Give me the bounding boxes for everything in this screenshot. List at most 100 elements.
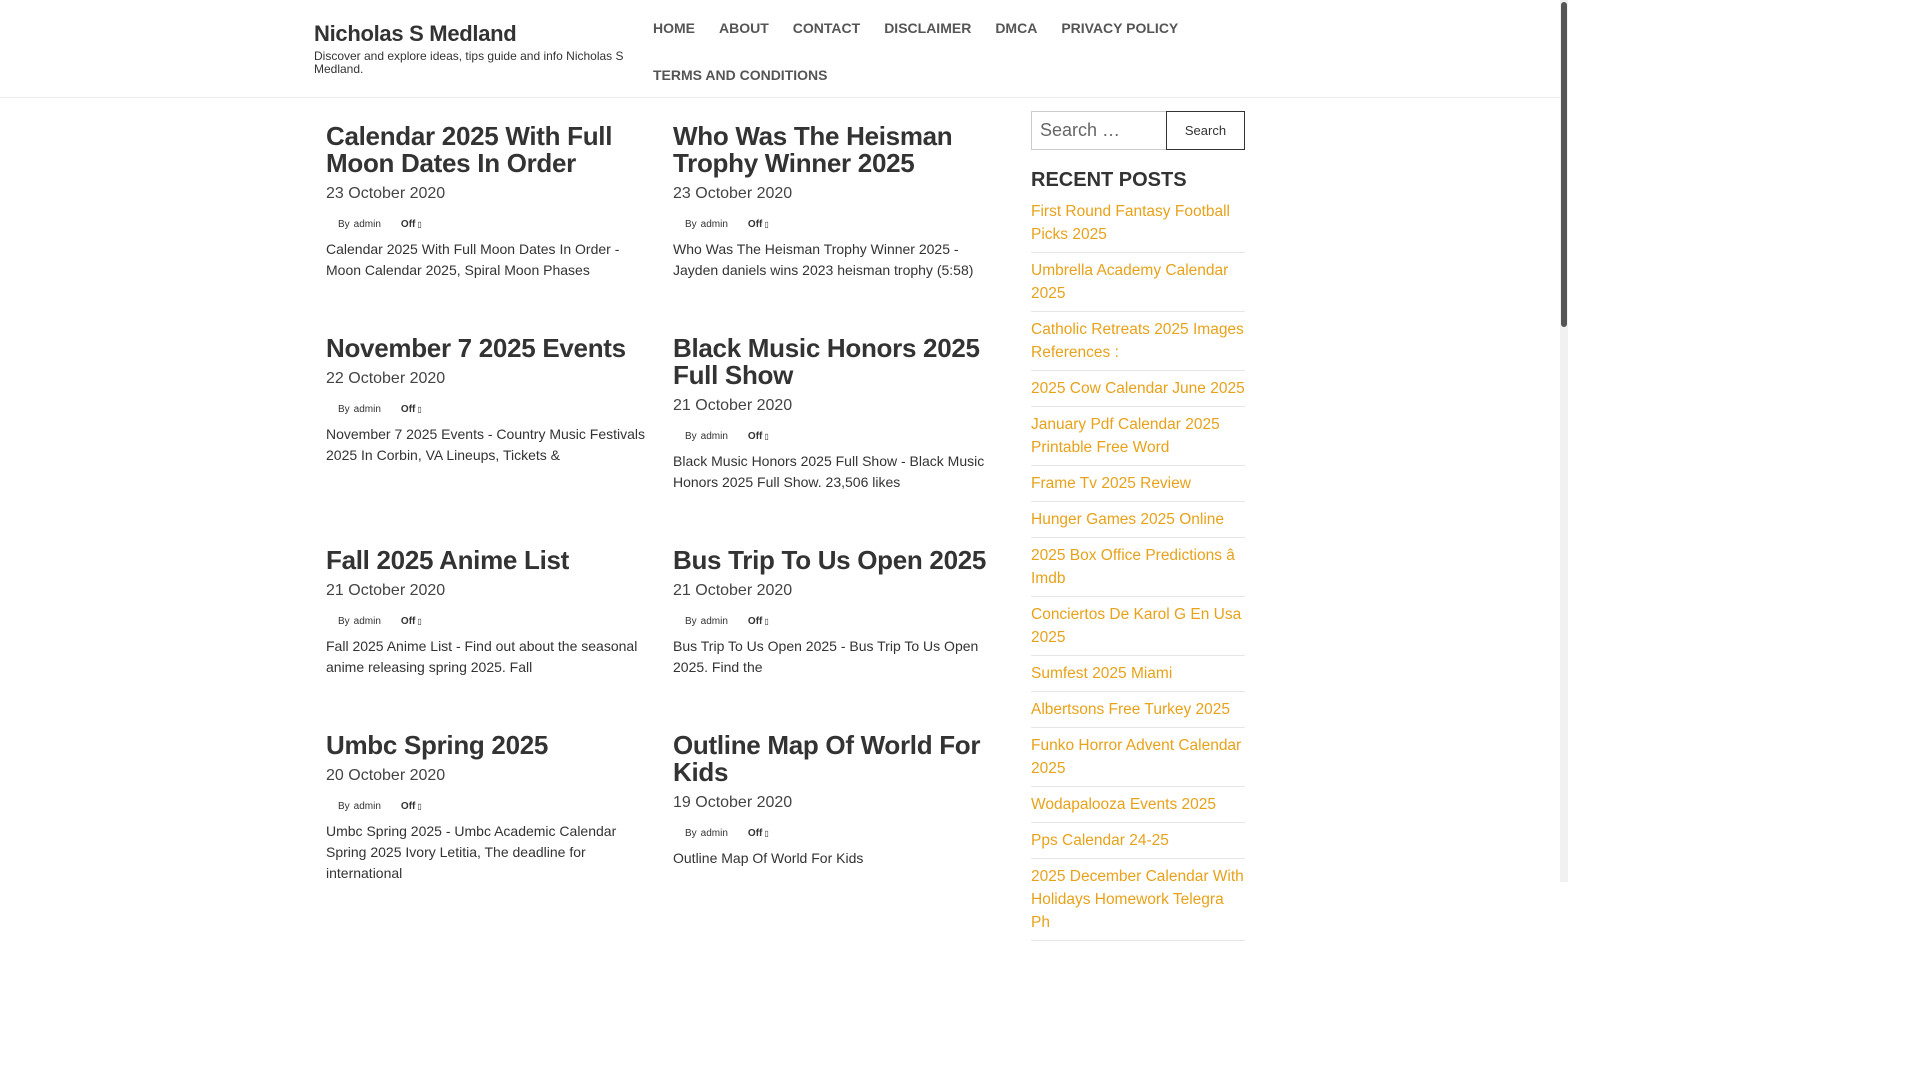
post-title[interactable]: Bus Trip To Us Open 2025 — [673, 547, 1003, 574]
post-excerpt: Bus Trip To Us Open 2025 - Bus Trip To U… — [673, 638, 979, 675]
post-excerpt: Who Was The Heisman Trophy Winner 2025 -… — [673, 241, 974, 278]
comment-icon: ▯ — [764, 220, 769, 229]
by-label: By — [685, 431, 697, 442]
post-card: Calendar 2025 With Full Moon Dates In Or… — [326, 123, 656, 281]
list-item: 2025 Cow Calendar June 2025 — [1031, 371, 1245, 407]
list-item: Sumfest 2025 Miami — [1031, 656, 1245, 692]
list-item: Funko Horror Advent Calendar 2025 — [1031, 728, 1245, 787]
by-label: By — [338, 616, 350, 627]
post-card: Bus Trip To Us Open 2025 21 October 2020… — [673, 547, 1003, 678]
post-card: November 7 2025 Events 22 October 2020 B… — [326, 335, 656, 466]
site-branding: Nicholas S Medland Discover and explore … — [314, 21, 634, 76]
post-excerpt: Fall 2025 Anime List - Find out about th… — [326, 638, 638, 675]
post-author[interactable]: admin — [354, 616, 381, 627]
post-date: 22 October 2020 — [326, 370, 446, 387]
recent-post-link[interactable]: Hunger Games 2025 Online — [1031, 511, 1224, 528]
recent-post-link[interactable]: Catholic Retreats 2025 Images References… — [1031, 321, 1244, 361]
list-item: 2025 December Calendar With Holidays Hom… — [1031, 859, 1245, 941]
list-item: First Round Fantasy Football Picks 2025 — [1031, 198, 1245, 253]
post-date: 21 October 2020 — [673, 582, 793, 599]
recent-post-link[interactable]: 2025 Cow Calendar June 2025 — [1031, 380, 1245, 397]
post-author[interactable]: admin — [701, 828, 728, 839]
comment-icon: ▯ — [764, 432, 769, 441]
post-excerpt: Black Music Honors 2025 Full Show - Blac… — [673, 453, 985, 490]
recent-post-link[interactable]: 2025 December Calendar With Holidays Hom… — [1031, 868, 1244, 931]
post-date: 23 October 2020 — [673, 185, 793, 202]
page-scrollbar[interactable] — [1560, 0, 1568, 882]
site-description: Discover and explore ideas, tips guide a… — [314, 49, 624, 76]
list-item: January Pdf Calendar 2025 Printable Free… — [1031, 407, 1245, 466]
post-title[interactable]: Black Music Honors 2025 Full Show — [673, 335, 1003, 389]
recent-post-link[interactable]: Wodapalooza Events 2025 — [1031, 796, 1216, 813]
post-title[interactable]: Outline Map Of World For Kids — [673, 732, 1003, 786]
post-date: 20 October 2020 — [326, 767, 446, 784]
recent-post-link[interactable]: Sumfest 2025 Miami — [1031, 665, 1172, 682]
nav-contact[interactable]: CONTACT — [781, 8, 872, 49]
post-excerpt: Calendar 2025 With Full Moon Dates In Or… — [326, 241, 620, 278]
recent-post-link[interactable]: Albertsons Free Turkey 2025 — [1031, 701, 1230, 718]
post-card: Who Was The Heisman Trophy Winner 2025 2… — [673, 123, 1003, 281]
post-date: 21 October 2020 — [673, 397, 793, 414]
nav-privacy-policy[interactable]: PRIVACY POLICY — [1049, 8, 1190, 49]
post-title[interactable]: Who Was The Heisman Trophy Winner 2025 — [673, 123, 1003, 177]
main-navigation: HOME ABOUT CONTACT DISCLAIMER DMCA PRIVACY PO… — [641, 8, 1201, 96]
post-title[interactable]: November 7 2025 Events — [326, 335, 656, 362]
post-author[interactable]: admin — [701, 616, 728, 627]
recent-post-link[interactable]: 2025 Box Office Predictions â Imdb — [1031, 547, 1235, 587]
by-label: By — [338, 404, 350, 415]
recent-post-link[interactable]: Conciertos De Karol G En Usa 2025 — [1031, 606, 1241, 646]
by-label: By — [338, 801, 350, 812]
post-author[interactable]: admin — [354, 219, 381, 230]
recent-posts-widget: RECENT POSTS First Round Fantasy Footbal… — [1031, 168, 1245, 941]
search-input[interactable] — [1031, 111, 1168, 150]
post-author[interactable]: admin — [701, 431, 728, 442]
list-item: Conciertos De Karol G En Usa 2025 — [1031, 597, 1245, 656]
post-excerpt: Outline Map Of World For Kids — [673, 850, 864, 866]
post-title[interactable]: Fall 2025 Anime List — [326, 547, 656, 574]
post-author[interactable]: admin — [701, 219, 728, 230]
post-author[interactable]: admin — [354, 801, 381, 812]
recent-post-link[interactable]: Frame Tv 2025 Review — [1031, 475, 1191, 492]
post-date: 23 October 2020 — [326, 185, 446, 202]
comments-status: Off — [400, 219, 416, 230]
post-date: 21 October 2020 — [326, 582, 446, 599]
site-header: Nicholas S Medland Discover and explore … — [0, 0, 1560, 98]
post-title[interactable]: Umbc Spring 2025 — [326, 732, 656, 759]
search-form: Search — [1031, 111, 1245, 150]
post-meta: By admin Off ▯ — [673, 219, 1003, 231]
post-excerpt: November 7 2025 Events - Country Music F… — [326, 426, 646, 463]
recent-post-link[interactable]: First Round Fantasy Football Picks 2025 — [1031, 203, 1230, 243]
recent-post-link[interactable]: Funko Horror Advent Calendar 2025 — [1031, 737, 1241, 777]
post-card: Outline Map Of World For Kids 19 October… — [673, 732, 1003, 869]
scrollbar-thumb[interactable] — [1561, 2, 1567, 327]
recent-post-link[interactable]: Pps Calendar 24-25 — [1031, 832, 1169, 849]
post-meta: By admin Off ▯ — [673, 431, 1003, 443]
comments-status: Off — [400, 801, 416, 812]
recent-post-link[interactable]: Umbrella Academy Calendar 2025 — [1031, 262, 1228, 302]
post-title[interactable]: Calendar 2025 With Full Moon Dates In Or… — [326, 123, 656, 177]
comments-status: Off — [747, 828, 763, 839]
site-title[interactable]: Nicholas S Medland — [314, 21, 634, 46]
nav-terms-and-conditions[interactable]: TERMS AND CONDITIONS — [641, 55, 839, 96]
nav-about[interactable]: ABOUT — [707, 8, 781, 49]
post-meta: By admin Off ▯ — [326, 219, 656, 231]
post-card: Black Music Honors 2025 Full Show 21 Oct… — [673, 335, 1003, 493]
comments-status: Off — [400, 616, 416, 627]
nav-disclaimer[interactable]: DISCLAIMER — [872, 8, 983, 49]
nav-dmca[interactable]: DMCA — [983, 8, 1049, 49]
recent-posts-list: First Round Fantasy Football Picks 2025 … — [1031, 198, 1245, 941]
post-author[interactable]: admin — [354, 404, 381, 415]
nav-home[interactable]: HOME — [641, 8, 707, 49]
by-label: By — [685, 616, 697, 627]
by-label: By — [685, 828, 697, 839]
post-meta: By admin Off ▯ — [326, 404, 656, 416]
recent-post-link[interactable]: January Pdf Calendar 2025 Printable Free… — [1031, 416, 1220, 456]
post-excerpt: Umbc Spring 2025 - Umbc Academic Calenda… — [326, 823, 617, 881]
by-label: By — [338, 219, 350, 230]
recent-posts-heading: RECENT POSTS — [1031, 169, 1187, 191]
comment-icon: ▯ — [764, 829, 769, 838]
search-button[interactable]: Search — [1166, 111, 1245, 150]
comment-icon: ▯ — [417, 617, 422, 626]
post-meta: By admin Off ▯ — [326, 801, 656, 813]
comments-status: Off — [747, 616, 763, 627]
